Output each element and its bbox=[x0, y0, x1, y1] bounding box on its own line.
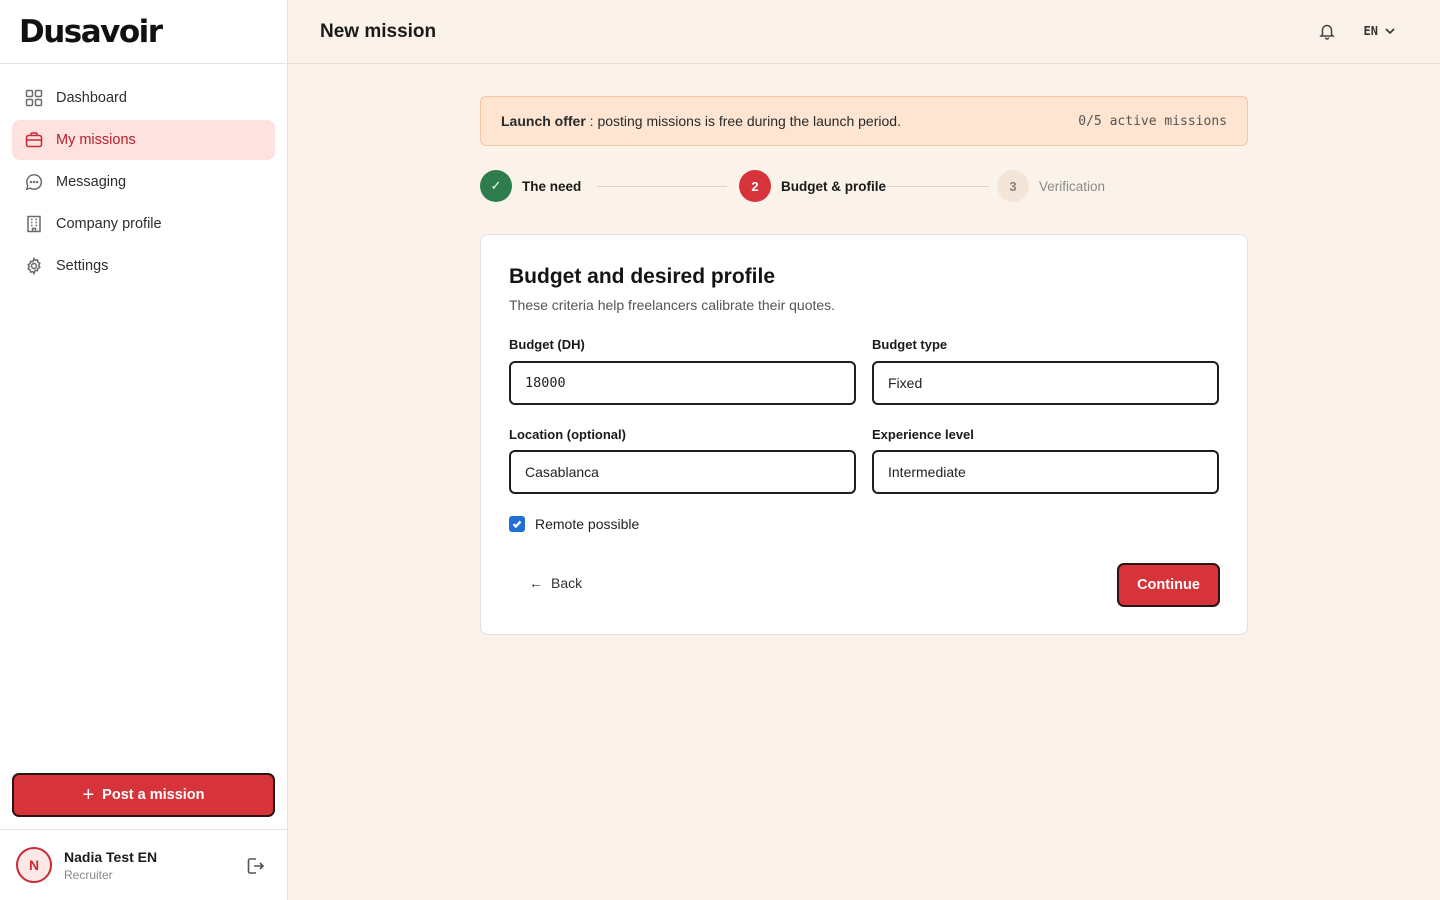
sidebar-item-label: Settings bbox=[56, 258, 109, 274]
sidebar-nav: Dashboard My missions Messaging Company … bbox=[0, 64, 287, 286]
experience-level-select[interactable]: Intermediate bbox=[872, 450, 1219, 494]
step-verification: 3 Verification bbox=[997, 170, 1105, 202]
language-selector[interactable]: EN bbox=[1364, 24, 1396, 38]
step-budget-profile: 2 Budget & profile bbox=[739, 170, 886, 202]
banner-title: Launch offer bbox=[501, 113, 586, 129]
banner-text: : posting missions is free during the la… bbox=[585, 113, 901, 129]
bell-icon[interactable] bbox=[1318, 22, 1338, 42]
sidebar-item-label: Dashboard bbox=[56, 90, 127, 106]
card-title: Budget and desired profile bbox=[509, 265, 776, 288]
remote-possible-checkbox[interactable] bbox=[509, 516, 525, 532]
step-label: Verification bbox=[1039, 178, 1106, 194]
back-button[interactable]: ← Back bbox=[529, 575, 582, 591]
step-connector bbox=[597, 186, 727, 187]
budget-label: Budget (DH) bbox=[509, 337, 585, 352]
logout-icon[interactable] bbox=[245, 856, 265, 876]
remote-possible-label: Remote possible bbox=[535, 516, 640, 532]
location-input[interactable]: Casablanca bbox=[509, 450, 856, 494]
location-label: Location (optional) bbox=[509, 427, 626, 442]
user-name: Nadia Test EN bbox=[64, 848, 158, 865]
step-connector bbox=[887, 186, 989, 187]
back-label: Back bbox=[551, 575, 583, 591]
building-icon bbox=[24, 214, 44, 234]
user-info: Nadia Test EN Recruiter bbox=[64, 849, 157, 882]
gear-icon bbox=[24, 256, 44, 276]
logo[interactable]: Dusavoir bbox=[19, 14, 163, 50]
grid-icon bbox=[24, 88, 44, 108]
step-number: 3 bbox=[997, 170, 1029, 202]
budget-type-label: Budget type bbox=[872, 337, 948, 352]
post-mission-button[interactable]: + Post a mission bbox=[12, 773, 275, 817]
sidebar: Dusavoir Dashboard My missions Messaging… bbox=[0, 0, 288, 900]
step-number: 2 bbox=[739, 170, 771, 202]
sidebar-item-label: Messaging bbox=[56, 174, 127, 190]
plus-icon: + bbox=[82, 784, 95, 806]
check-icon: ✓ bbox=[480, 170, 512, 202]
logo-area: Dusavoir bbox=[0, 0, 287, 64]
sidebar-item-messaging[interactable]: Messaging bbox=[12, 162, 275, 202]
top-header: New mission EN bbox=[288, 0, 1440, 64]
remote-possible-row[interactable]: Remote possible bbox=[509, 516, 639, 532]
sidebar-item-my-missions[interactable]: My missions bbox=[12, 120, 275, 160]
card-subtitle: These criteria help freelancers calibrat… bbox=[509, 297, 836, 313]
budget-input[interactable]: 18000 bbox=[509, 361, 856, 405]
budget-profile-card: Budget and desired profile These criteri… bbox=[480, 234, 1248, 635]
chat-bubble-icon bbox=[24, 172, 44, 192]
user-card: N Nadia Test EN Recruiter bbox=[0, 829, 287, 900]
experience-level-label: Experience level bbox=[872, 427, 974, 442]
step-label: The need bbox=[522, 178, 582, 194]
sidebar-item-label: My missions bbox=[56, 132, 136, 148]
sidebar-item-label: Company profile bbox=[56, 216, 162, 232]
avatar[interactable]: N bbox=[16, 847, 52, 883]
step-label: Budget & profile bbox=[781, 178, 886, 194]
step-the-need[interactable]: ✓ The need bbox=[480, 170, 581, 202]
language-label: EN bbox=[1363, 24, 1378, 38]
checkmark-icon bbox=[512, 520, 522, 529]
sidebar-item-company-profile[interactable]: Company profile bbox=[12, 204, 275, 244]
launch-offer-banner: Launch offer : posting missions is free … bbox=[480, 96, 1248, 146]
user-role: Recruiter bbox=[64, 867, 113, 882]
budget-type-select[interactable]: Fixed bbox=[872, 361, 1219, 405]
active-missions-count: 0/5 active missions bbox=[1078, 113, 1227, 129]
mission-stepper: ✓ The need 2 Budget & profile 3 Verifica… bbox=[480, 170, 1248, 202]
arrow-left-icon: ← bbox=[529, 575, 543, 591]
page-title: New mission bbox=[320, 20, 437, 42]
briefcase-icon bbox=[24, 130, 44, 150]
sidebar-item-settings[interactable]: Settings bbox=[12, 246, 275, 286]
post-mission-label: Post a mission bbox=[102, 787, 205, 803]
continue-button[interactable]: Continue bbox=[1117, 563, 1220, 607]
chevron-down-icon bbox=[1385, 28, 1395, 35]
sidebar-item-dashboard[interactable]: Dashboard bbox=[12, 78, 275, 118]
